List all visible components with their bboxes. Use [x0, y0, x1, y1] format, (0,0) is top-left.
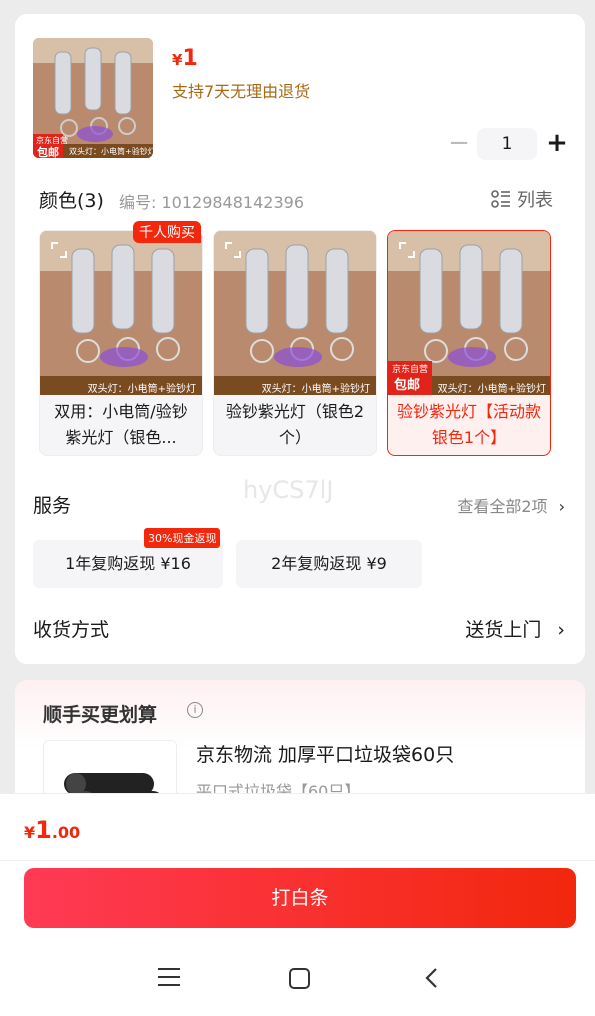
decrease-button[interactable]: −: [445, 128, 473, 160]
info-icon[interactable]: i: [187, 702, 203, 718]
thumb-badge-bottom: 包邮: [37, 146, 59, 158]
service-view-all[interactable]: 查看全部2项 ›: [457, 493, 565, 517]
variant-option-2[interactable]: 双头灯：小电筒+验钞灯 验钞紫光灯（银色2个）: [213, 230, 377, 456]
return-policy: 支持7天无理由退货: [172, 82, 311, 101]
variant-badge-bottom: 包邮: [394, 378, 421, 393]
watermark: hyCS7lJ: [243, 476, 334, 504]
increase-button[interactable]: +: [543, 128, 571, 160]
hot-sale-badge: 千人购买: [133, 221, 201, 243]
shipping-value: 送货上门: [465, 619, 542, 641]
cashback-badge: 30%现金返现: [144, 528, 221, 548]
list-view-toggle[interactable]: 列表: [491, 186, 553, 212]
bundle-title: 顺手买更划算: [43, 704, 158, 726]
quantity-input[interactable]: 1: [477, 128, 537, 160]
bottom-bar: ¥1.00 打白条: [0, 793, 595, 1016]
shipping-method[interactable]: 送货上门 ›: [465, 615, 565, 642]
color-section-label: 颜色(3): [39, 190, 104, 212]
variant-label: 验钞紫光灯（银色2个）: [225, 402, 365, 447]
total-dec: .00: [51, 823, 81, 842]
service-view-all-label: 查看全部2项: [457, 497, 548, 516]
price-value: 1: [182, 46, 198, 71]
variant-option-1[interactable]: 双头灯：小电筒+验钞灯 双用：小电筒/验钞紫光灯（银色...: [39, 230, 203, 456]
expand-icon[interactable]: [50, 241, 68, 259]
chevron-right-icon: ›: [557, 619, 565, 641]
home-icon[interactable]: [289, 968, 310, 989]
baitiao-pay-button[interactable]: 打白条: [24, 868, 576, 928]
price-currency: ¥: [172, 51, 183, 69]
sku-selection-card: 京东自营 包邮 双头灯：小电筒+验钞灯 ¥1 支持7天无理由退货 − 1 + 颜…: [15, 14, 585, 664]
variant-option-3[interactable]: 京东自营 包邮 双头灯：小电筒+验钞灯 验钞紫光灯【活动款银色1个】: [387, 230, 551, 456]
system-nav-bar: [0, 954, 595, 1004]
variant-label: 验钞紫光灯【活动款银色1个】: [396, 402, 541, 447]
product-price: ¥1: [172, 46, 198, 71]
total-price: ¥1.00: [24, 816, 80, 844]
total-int: 1: [35, 816, 52, 844]
total-currency: ¥: [24, 823, 36, 842]
thumb-caption: 双头灯：小电筒+验钞灯: [69, 147, 153, 156]
bundle-item-name[interactable]: 京东物流 加厚平口垃圾袋60只: [196, 740, 454, 767]
sku-code: 编号: 10129848142396: [119, 193, 304, 212]
quantity-stepper: − 1 +: [445, 128, 570, 160]
expand-icon[interactable]: [224, 241, 242, 259]
expand-icon[interactable]: [398, 241, 416, 259]
service-title: 服务: [33, 495, 72, 517]
shipping-label: 收货方式: [33, 619, 110, 641]
variant-caption: 双头灯：小电筒+验钞灯: [87, 384, 196, 395]
service-option-2[interactable]: 2年复购返现 ¥9: [236, 540, 422, 588]
variant-caption: 双头灯：小电筒+验钞灯: [437, 384, 546, 395]
divider: [0, 860, 595, 861]
menu-icon[interactable]: [158, 968, 180, 988]
product-thumbnail[interactable]: 京东自营 包邮 双头灯：小电筒+验钞灯: [33, 38, 153, 158]
chevron-right-icon: ›: [558, 497, 565, 516]
variant-caption: 双头灯：小电筒+验钞灯: [261, 384, 370, 395]
back-icon[interactable]: [420, 966, 444, 990]
variant-label: 双用：小电筒/验钞紫光灯（银色...: [54, 402, 188, 447]
list-icon: [491, 190, 510, 208]
list-toggle-label: 列表: [517, 190, 553, 211]
